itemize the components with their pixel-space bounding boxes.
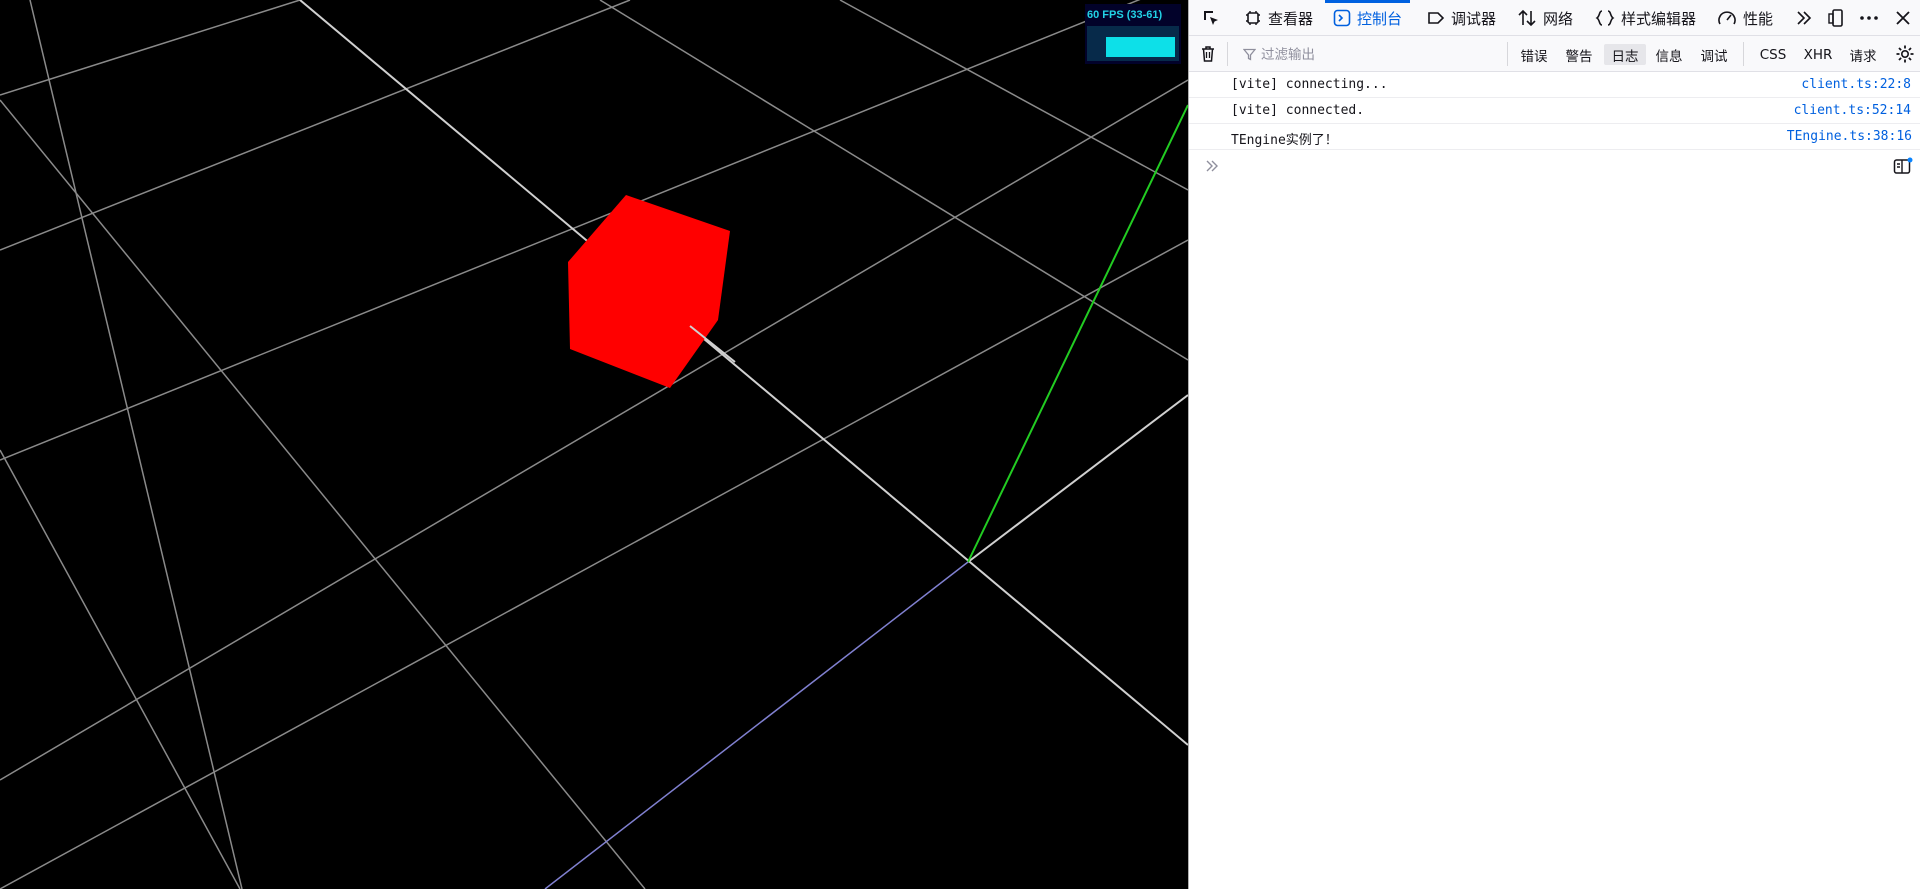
console-message-source-link[interactable]: TEngine.ts:38:16	[1787, 129, 1912, 144]
more-options-button[interactable]	[1859, 0, 1879, 36]
tab-style-editor-label: 样式编辑器	[1621, 9, 1697, 28]
console-message-text: TEngine实例了！	[1231, 133, 1338, 148]
console-message: [vite] connected. client.ts:52:14	[1189, 98, 1920, 124]
filter-css-toggle[interactable]: CSS	[1754, 44, 1792, 65]
more-tools-button[interactable]	[1795, 0, 1813, 36]
filter-logs-toggle[interactable]: 日志	[1604, 44, 1646, 65]
console-message-text: [vite] connected.	[1231, 103, 1365, 118]
element-picker-icon	[1204, 11, 1218, 25]
performance-icon	[1718, 11, 1736, 25]
tab-network-label: 网络	[1543, 9, 1574, 28]
fps-readout: 60 FPS (33-61)	[1087, 9, 1163, 21]
axis-z-line	[967, 394, 1188, 563]
inspector-icon	[1246, 11, 1260, 25]
tab-console-label: 控制台	[1357, 9, 1403, 28]
tab-debugger[interactable]: 调试器	[1427, 0, 1496, 36]
gear-icon	[1896, 45, 1914, 63]
console-message-source-link[interactable]: client.ts:52:14	[1794, 103, 1911, 118]
ground-grid	[0, 0, 1188, 889]
console-icon	[1333, 9, 1351, 27]
clear-console-button[interactable]	[1199, 36, 1217, 72]
toolbar-separator	[1227, 42, 1228, 66]
grid-line	[0, 0, 631, 251]
filter-warnings-toggle[interactable]: 警告	[1559, 44, 1599, 65]
debugger-icon	[1428, 12, 1445, 24]
more-icon	[1860, 16, 1878, 20]
chevrons-right-icon	[1797, 11, 1812, 25]
tab-performance[interactable]: 性能	[1717, 0, 1773, 36]
grid-line	[0, 79, 1188, 781]
trash-icon	[1202, 46, 1214, 62]
grid-line	[0, 0, 1141, 461]
devtools-toolbar: 查看器 控制台 调试器 网络 样式编辑器 性能	[1189, 0, 1920, 36]
toolbar-separator	[1507, 42, 1508, 66]
scene-canvas[interactable]	[0, 0, 1188, 889]
close-icon	[1896, 11, 1910, 25]
console-settings-button[interactable]	[1895, 36, 1915, 72]
red-cube[interactable]	[568, 195, 730, 388]
filter-xhr-toggle[interactable]: XHR	[1799, 44, 1837, 65]
fps-level-bar	[1106, 37, 1175, 57]
console-command-input[interactable]	[1231, 155, 1831, 177]
network-icon	[1518, 9, 1536, 27]
style-editor-icon	[1595, 10, 1615, 26]
webgl-viewport[interactable]: 60 FPS (33-61)	[0, 0, 1188, 889]
fps-graph	[1087, 26, 1179, 61]
tab-debugger-label: 调试器	[1451, 9, 1497, 28]
axis-x-line	[299, 0, 1188, 746]
responsive-design-icon	[1828, 9, 1843, 27]
console-message-text: [vite] connecting...	[1231, 77, 1388, 92]
element-picker-button[interactable]	[1201, 0, 1221, 36]
filter-info-toggle[interactable]: 信息	[1649, 44, 1689, 65]
console-message-source-link[interactable]: client.ts:22:8	[1801, 77, 1911, 92]
grid-line	[0, 0, 301, 96]
devtools-panel: 查看器 控制台 调试器 网络 样式编辑器 性能 过滤输出 错误 警告 日志 信息…	[1188, 0, 1920, 889]
console-message: [vite] connecting... client.ts:22:8	[1189, 72, 1920, 98]
close-devtools-button[interactable]	[1895, 0, 1911, 36]
axis-z-negative-line	[544, 561, 969, 889]
filter-requests-toggle[interactable]: 请求	[1844, 44, 1882, 65]
world-axes	[299, 0, 1188, 889]
grid-line	[0, 99, 646, 889]
tab-performance-label: 性能	[1743, 9, 1774, 28]
tab-console[interactable]: 控制台	[1324, 0, 1411, 36]
console-filter-bar: 错误 警告 日志 信息 调试 CSS XHR 请求	[1189, 36, 1920, 72]
tab-network[interactable]: 网络	[1517, 0, 1573, 36]
fps-stats-panel[interactable]: 60 FPS (33-61)	[1085, 4, 1181, 64]
filter-errors-toggle[interactable]: 错误	[1514, 44, 1554, 65]
filter-output-input[interactable]	[1241, 44, 1461, 65]
grid-line	[29, 0, 243, 889]
tab-style-editor[interactable]: 样式编辑器	[1595, 0, 1696, 36]
app-window: 60 FPS (33-61) 查看器 控制台 调试器 网络 样式编辑器 性能 过…	[0, 0, 1920, 889]
prompt-chevron-icon	[1206, 160, 1218, 172]
filter-debug-toggle[interactable]: 调试	[1694, 44, 1734, 65]
axis-y-line	[967, 104, 1188, 563]
responsive-design-button[interactable]	[1827, 0, 1845, 36]
console-input-row[interactable]	[1189, 151, 1920, 181]
tab-inspector-label: 查看器	[1268, 9, 1314, 28]
tab-inspector[interactable]: 查看器	[1244, 0, 1313, 36]
console-message: TEngine实例了！ TEngine.ts:38:16	[1189, 124, 1920, 150]
split-editor-icon[interactable]	[1893, 157, 1913, 175]
toolbar-separator	[1743, 42, 1744, 66]
